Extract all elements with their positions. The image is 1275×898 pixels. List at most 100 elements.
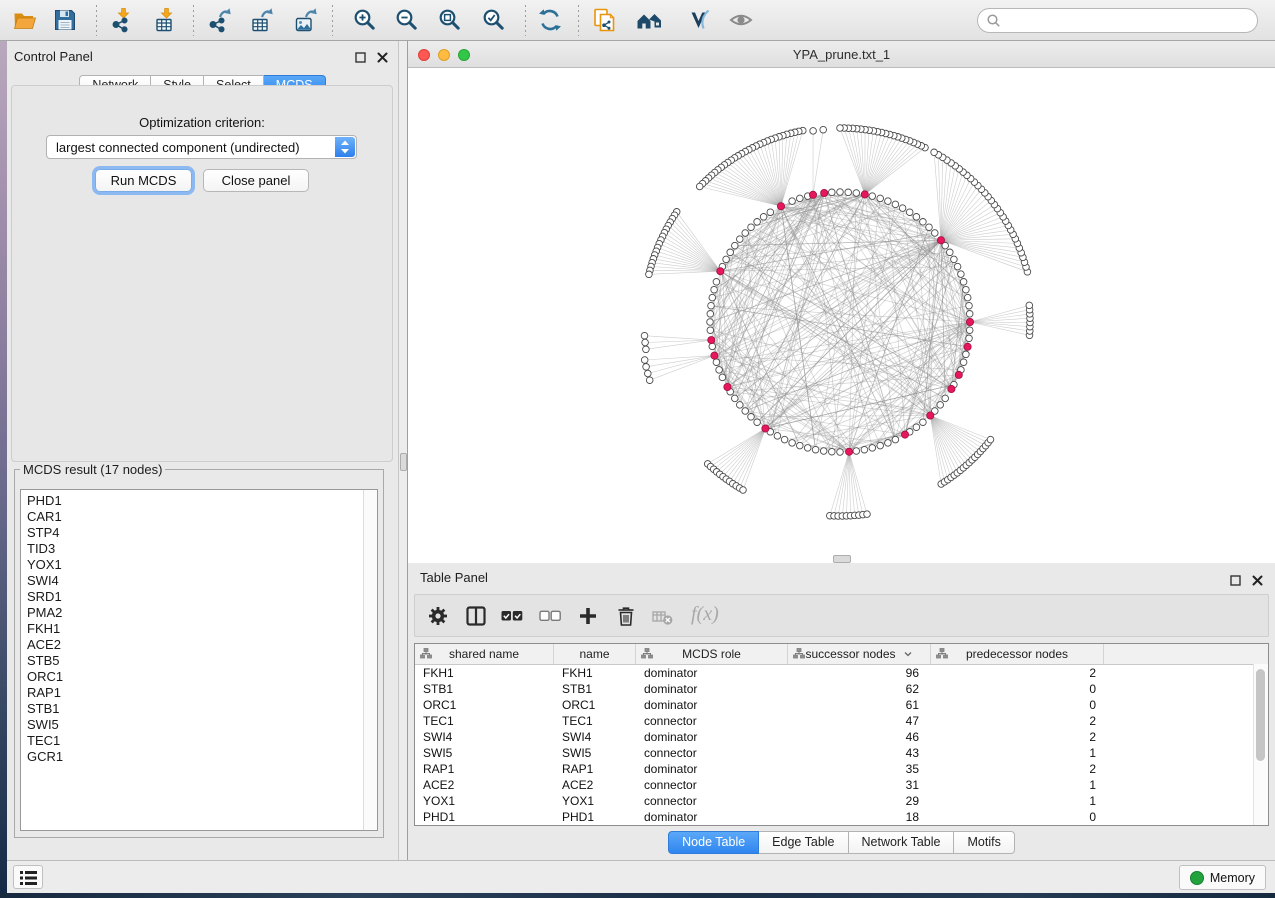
tab-edge-table[interactable]: Edge Table <box>759 831 848 854</box>
network-canvas[interactable] <box>408 68 1275 563</box>
list-item[interactable]: STB5 <box>27 653 363 669</box>
tab-network-table[interactable]: Network Table <box>849 831 955 854</box>
list-item[interactable]: PMA2 <box>27 605 363 621</box>
cell-mcds-role: connector <box>636 713 788 729</box>
table-row[interactable]: STB1STB1dominator620 <box>415 681 1268 697</box>
table-row[interactable]: TEC1TEC1connector472 <box>415 713 1268 729</box>
table-row[interactable]: SWI4SWI4dominator462 <box>415 729 1268 745</box>
list-item[interactable]: PHD1 <box>27 493 363 509</box>
import-table-icon[interactable] <box>153 7 179 33</box>
table-scrollbar[interactable] <box>1253 664 1268 825</box>
import-network-icon[interactable] <box>110 7 136 33</box>
cell-successor-nodes: 31 <box>788 777 931 793</box>
tab-motifs[interactable]: Motifs <box>954 831 1014 854</box>
save-session-icon[interactable] <box>52 7 78 33</box>
list-item[interactable]: SRD1 <box>27 589 363 605</box>
close-table-panel-icon[interactable] <box>1252 573 1263 591</box>
zoom-in-icon[interactable] <box>352 7 378 33</box>
function-builder-icon[interactable]: f(x) <box>691 603 719 626</box>
cell-shared-name: YOX1 <box>415 793 554 809</box>
list-item[interactable]: GCR1 <box>27 749 363 765</box>
optimization-criterion-select[interactable]: largest connected component (undirected) <box>46 135 357 159</box>
cell-shared-name: SWI5 <box>415 745 554 761</box>
cell-predecessor-nodes: 2 <box>931 729 1104 745</box>
cell-shared-name: RAP1 <box>415 761 554 777</box>
list-item[interactable]: ACE2 <box>27 637 363 653</box>
select-all-icon[interactable] <box>501 605 523 627</box>
toolbar-separator <box>578 5 579 36</box>
tab-node-table[interactable]: Node Table <box>668 831 759 854</box>
list-item[interactable]: YOX1 <box>27 557 363 573</box>
list-item[interactable]: STP4 <box>27 525 363 541</box>
table-row[interactable]: ACE2ACE2connector311 <box>415 777 1268 793</box>
network-home-icon[interactable] <box>636 7 662 33</box>
splitter-grip-icon[interactable] <box>400 453 407 471</box>
float-table-panel-icon[interactable] <box>1230 573 1241 591</box>
export-network-icon[interactable] <box>207 7 233 33</box>
list-item[interactable]: CAR1 <box>27 509 363 525</box>
cell-mcds-role: dominator <box>636 681 788 697</box>
list-item[interactable]: SWI4 <box>27 573 363 589</box>
column-header-shared-name[interactable]: shared name <box>415 644 554 664</box>
column-header-predecessor-nodes[interactable]: predecessor nodes <box>931 644 1104 664</box>
float-panel-icon[interactable] <box>355 50 366 61</box>
delete-table-icon[interactable] <box>651 605 673 627</box>
table-options-icon[interactable] <box>427 605 449 627</box>
table-row[interactable]: YOX1YOX1connector291 <box>415 793 1268 809</box>
memory-button[interactable]: Memory <box>1179 865 1266 890</box>
open-file-icon[interactable] <box>12 7 38 33</box>
task-list-icon <box>19 869 39 887</box>
list-item[interactable]: ORC1 <box>27 669 363 685</box>
list-item[interactable]: TID3 <box>27 541 363 557</box>
cell-mcds-role: connector <box>636 793 788 809</box>
column-header-name[interactable]: name <box>554 644 636 664</box>
table-row[interactable]: FKH1FKH1dominator962 <box>415 665 1268 681</box>
control-panel-title: Control Panel <box>14 49 93 64</box>
zoom-fit-icon[interactable] <box>437 7 463 33</box>
memory-status-icon <box>1190 871 1204 885</box>
export-table-icon[interactable] <box>249 7 275 33</box>
desktop-wallpaper-bottom <box>0 893 1275 898</box>
clone-network-icon[interactable] <box>592 7 618 33</box>
mcds-result-group: MCDS result (17 nodes) PHD1CAR1STP4TID3Y… <box>14 462 384 838</box>
table-row[interactable]: ORC1ORC1dominator610 <box>415 697 1268 713</box>
table-row[interactable]: SWI5SWI5connector431 <box>415 745 1268 761</box>
mcds-result-list[interactable]: PHD1CAR1STP4TID3YOX1SWI4SRD1PMA2FKH1ACE2… <box>20 489 378 831</box>
vertical-splitter[interactable] <box>398 41 408 860</box>
list-item[interactable]: RAP1 <box>27 685 363 701</box>
table-panel-title: Table Panel <box>420 570 488 585</box>
deselect-all-icon[interactable] <box>539 605 561 627</box>
cell-name: SWI4 <box>554 729 636 745</box>
show-graphics-details-icon[interactable] <box>728 7 754 33</box>
list-item[interactable]: TEC1 <box>27 733 363 749</box>
add-row-icon[interactable] <box>577 605 599 627</box>
zoom-selected-icon[interactable] <box>481 7 507 33</box>
cell-shared-name: STB1 <box>415 681 554 697</box>
close-panel-icon[interactable] <box>377 50 388 61</box>
cell-mcds-role: dominator <box>636 729 788 745</box>
table-row[interactable]: RAP1RAP1dominator352 <box>415 761 1268 777</box>
table-scrollbar-thumb[interactable] <box>1256 669 1265 761</box>
cell-name: YOX1 <box>554 793 636 809</box>
network-window-title: YPA_prune.txt_1 <box>408 47 1275 62</box>
column-header-mcds-role[interactable]: MCDS role <box>636 644 788 664</box>
cell-successor-nodes: 47 <box>788 713 931 729</box>
delete-row-icon[interactable] <box>615 605 637 627</box>
list-item[interactable]: FKH1 <box>27 621 363 637</box>
mcds-list-scrollbar[interactable] <box>363 490 377 830</box>
column-header-successor-nodes[interactable]: successor nodes <box>788 644 931 664</box>
refresh-view-icon[interactable] <box>537 7 563 33</box>
zoom-out-icon[interactable] <box>394 7 420 33</box>
task-history-button[interactable] <box>13 865 43 889</box>
toggle-visual-mapping-icon[interactable] <box>687 7 713 33</box>
search-input[interactable] <box>977 8 1258 33</box>
run-mcds-button[interactable]: Run MCDS <box>95 169 192 192</box>
cell-successor-nodes: 61 <box>788 697 931 713</box>
table-row[interactable]: PHD1PHD1dominator180 <box>415 809 1268 825</box>
horizontal-splitter-grip[interactable] <box>833 555 851 563</box>
list-item[interactable]: STB1 <box>27 701 363 717</box>
export-image-icon[interactable] <box>293 7 319 33</box>
list-item[interactable]: SWI5 <box>27 717 363 733</box>
close-panel-button[interactable]: Close panel <box>203 169 309 192</box>
show-column-selector-icon[interactable] <box>465 605 487 627</box>
